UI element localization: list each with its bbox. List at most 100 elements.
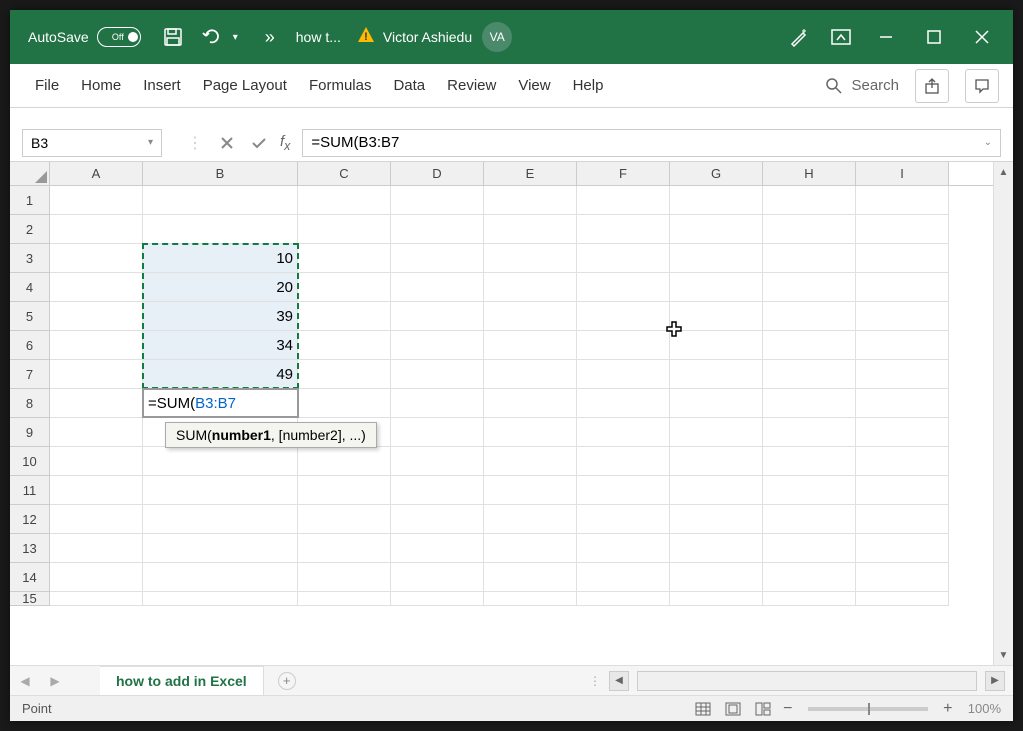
horizontal-scrollbar[interactable] — [637, 671, 977, 691]
cell[interactable] — [670, 505, 763, 534]
cell[interactable] — [856, 215, 949, 244]
zoom-slider[interactable] — [808, 707, 928, 711]
cell[interactable] — [670, 244, 763, 273]
sheet-nav-prev[interactable]: ◀ — [10, 674, 40, 688]
cell[interactable] — [763, 389, 856, 418]
cell[interactable] — [391, 505, 484, 534]
cell[interactable] — [298, 360, 391, 389]
select-all-corner[interactable] — [10, 162, 50, 185]
comments-icon[interactable] — [965, 69, 999, 103]
cell[interactable] — [298, 215, 391, 244]
cell[interactable] — [484, 186, 577, 215]
cell[interactable] — [298, 244, 391, 273]
cell[interactable] — [50, 418, 143, 447]
cell[interactable] — [763, 476, 856, 505]
cell[interactable] — [856, 534, 949, 563]
sheet-tab[interactable]: how to add in Excel — [100, 666, 264, 696]
cell[interactable] — [50, 302, 143, 331]
cell[interactable] — [484, 331, 577, 360]
cell[interactable] — [50, 563, 143, 592]
tab-file[interactable]: File — [24, 64, 70, 108]
cell[interactable] — [856, 563, 949, 592]
cell[interactable] — [577, 534, 670, 563]
row-header[interactable]: 6 — [10, 331, 50, 360]
share-icon[interactable] — [915, 69, 949, 103]
cell[interactable] — [484, 215, 577, 244]
cell[interactable] — [577, 302, 670, 331]
cell[interactable] — [143, 447, 298, 476]
tab-home[interactable]: Home — [70, 64, 132, 108]
cell-B4[interactable]: 20 — [143, 273, 298, 302]
cell[interactable] — [670, 563, 763, 592]
cell[interactable] — [484, 389, 577, 418]
cell[interactable] — [391, 360, 484, 389]
cell[interactable] — [298, 273, 391, 302]
row-header[interactable]: 14 — [10, 563, 50, 592]
cell[interactable] — [763, 563, 856, 592]
cell[interactable] — [577, 505, 670, 534]
cell[interactable] — [763, 302, 856, 331]
cell[interactable] — [763, 447, 856, 476]
row-header[interactable]: 12 — [10, 505, 50, 534]
autosave-toggle[interactable]: AutoSave Off — [28, 27, 141, 47]
row-header[interactable]: 1 — [10, 186, 50, 215]
cell[interactable] — [50, 447, 143, 476]
undo-icon[interactable] — [195, 19, 231, 55]
hscroll-right-button[interactable]: ▶ — [985, 671, 1005, 691]
cell[interactable] — [143, 563, 298, 592]
tab-insert[interactable]: Insert — [132, 64, 192, 108]
magic-icon[interactable] — [781, 19, 817, 55]
cell[interactable] — [391, 244, 484, 273]
cell[interactable] — [298, 505, 391, 534]
cell[interactable] — [298, 447, 391, 476]
cell[interactable] — [856, 418, 949, 447]
cell[interactable] — [856, 360, 949, 389]
cell[interactable] — [484, 360, 577, 389]
cell[interactable] — [670, 186, 763, 215]
row-header[interactable]: 10 — [10, 447, 50, 476]
cell[interactable] — [391, 389, 484, 418]
cell[interactable] — [391, 331, 484, 360]
cell[interactable] — [856, 476, 949, 505]
cell[interactable] — [484, 505, 577, 534]
cell[interactable] — [856, 389, 949, 418]
cell[interactable] — [856, 331, 949, 360]
cell[interactable] — [484, 418, 577, 447]
row-header[interactable]: 9 — [10, 418, 50, 447]
cell[interactable] — [763, 592, 856, 606]
row-header[interactable]: 13 — [10, 534, 50, 563]
cell[interactable] — [577, 592, 670, 606]
cell[interactable] — [484, 447, 577, 476]
scroll-down-button[interactable]: ▼ — [994, 645, 1013, 665]
cell[interactable] — [670, 360, 763, 389]
cell[interactable] — [856, 447, 949, 476]
cell[interactable] — [298, 476, 391, 505]
cell[interactable] — [298, 186, 391, 215]
zoom-out-button[interactable]: − — [780, 700, 796, 718]
cell[interactable] — [143, 476, 298, 505]
cell-B3[interactable]: 10 — [143, 244, 298, 273]
cell[interactable] — [391, 186, 484, 215]
tab-page-layout[interactable]: Page Layout — [192, 64, 298, 108]
cell[interactable] — [484, 273, 577, 302]
chevron-down-icon[interactable]: ▾ — [148, 137, 153, 148]
sheet-grip-icon[interactable]: ⋮ — [589, 674, 601, 688]
autosave-switch[interactable]: Off — [97, 27, 141, 47]
cell[interactable] — [577, 186, 670, 215]
cancel-formula-button[interactable] — [212, 129, 242, 157]
cell[interactable] — [577, 447, 670, 476]
vertical-scrollbar[interactable]: ▲ ▼ — [993, 162, 1013, 665]
col-header[interactable]: F — [577, 162, 670, 185]
cell[interactable] — [391, 302, 484, 331]
cell[interactable] — [670, 418, 763, 447]
undo-dropdown-icon[interactable]: ▾ — [233, 32, 238, 43]
cell[interactable] — [577, 563, 670, 592]
cell[interactable] — [763, 534, 856, 563]
cell[interactable] — [298, 534, 391, 563]
cell[interactable] — [50, 389, 143, 418]
cell[interactable] — [391, 563, 484, 592]
row-header[interactable]: 3 — [10, 244, 50, 273]
cell[interactable] — [391, 534, 484, 563]
cell[interactable] — [50, 331, 143, 360]
cell[interactable] — [298, 389, 391, 418]
